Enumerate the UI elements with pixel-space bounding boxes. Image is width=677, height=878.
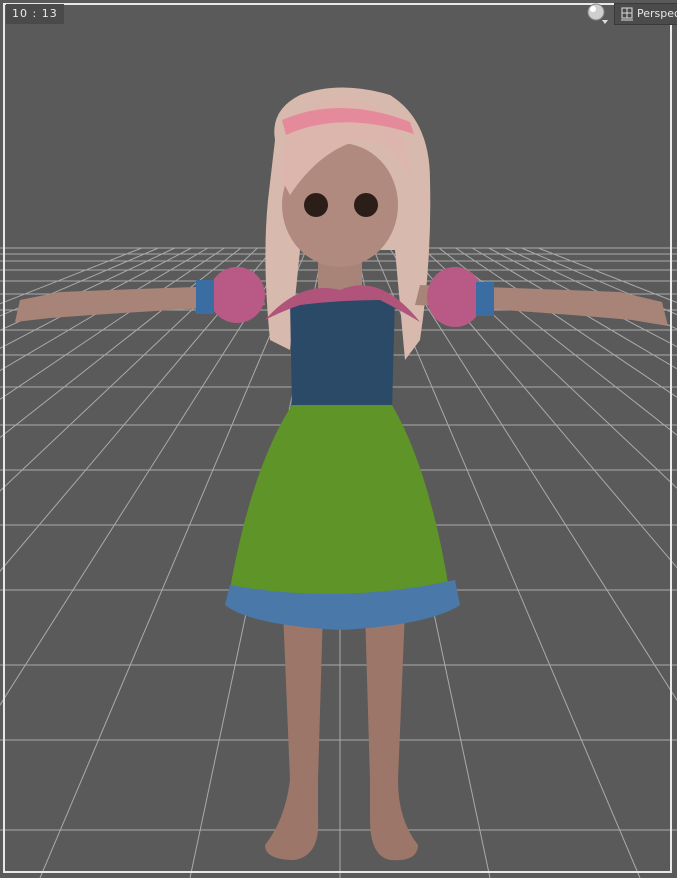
dress-bodice (290, 291, 395, 410)
camera-selector[interactable]: Perspec (614, 3, 677, 25)
grid-line (0, 247, 159, 317)
grid-line (0, 247, 258, 492)
grid-line (0, 247, 275, 572)
grid-line (0, 247, 192, 349)
grid-line (0, 247, 242, 439)
grid-line (471, 247, 677, 370)
grid-line (438, 247, 677, 436)
camera-label: Perspec (637, 7, 677, 20)
grid-line (405, 247, 677, 569)
left-eye (304, 193, 328, 217)
grid-line (455, 247, 677, 398)
right-eye (354, 193, 378, 217)
grid-line (0, 247, 209, 372)
draw-style-sphere-icon (587, 3, 608, 24)
frame-counter: 10 : 13 (6, 4, 64, 24)
grid-line (521, 247, 677, 316)
grid-line (422, 247, 677, 489)
left-cuff (196, 280, 214, 314)
figure[interactable] (15, 87, 668, 861)
grid-line (505, 247, 677, 330)
scene-canvas[interactable] (0, 0, 677, 878)
right-sleeve (427, 267, 483, 327)
3d-viewport[interactable]: 10 : 13 Perspec (0, 0, 677, 878)
grid-line (488, 247, 677, 348)
grid-line (0, 247, 175, 332)
right-cuff (476, 282, 494, 316)
camera-view-icon (621, 7, 633, 21)
left-sleeve (209, 267, 265, 323)
right-leg (365, 610, 418, 861)
dress-skirt (228, 405, 450, 609)
grid-line (0, 247, 225, 400)
left-leg (265, 610, 323, 860)
draw-style-button[interactable] (586, 2, 608, 26)
